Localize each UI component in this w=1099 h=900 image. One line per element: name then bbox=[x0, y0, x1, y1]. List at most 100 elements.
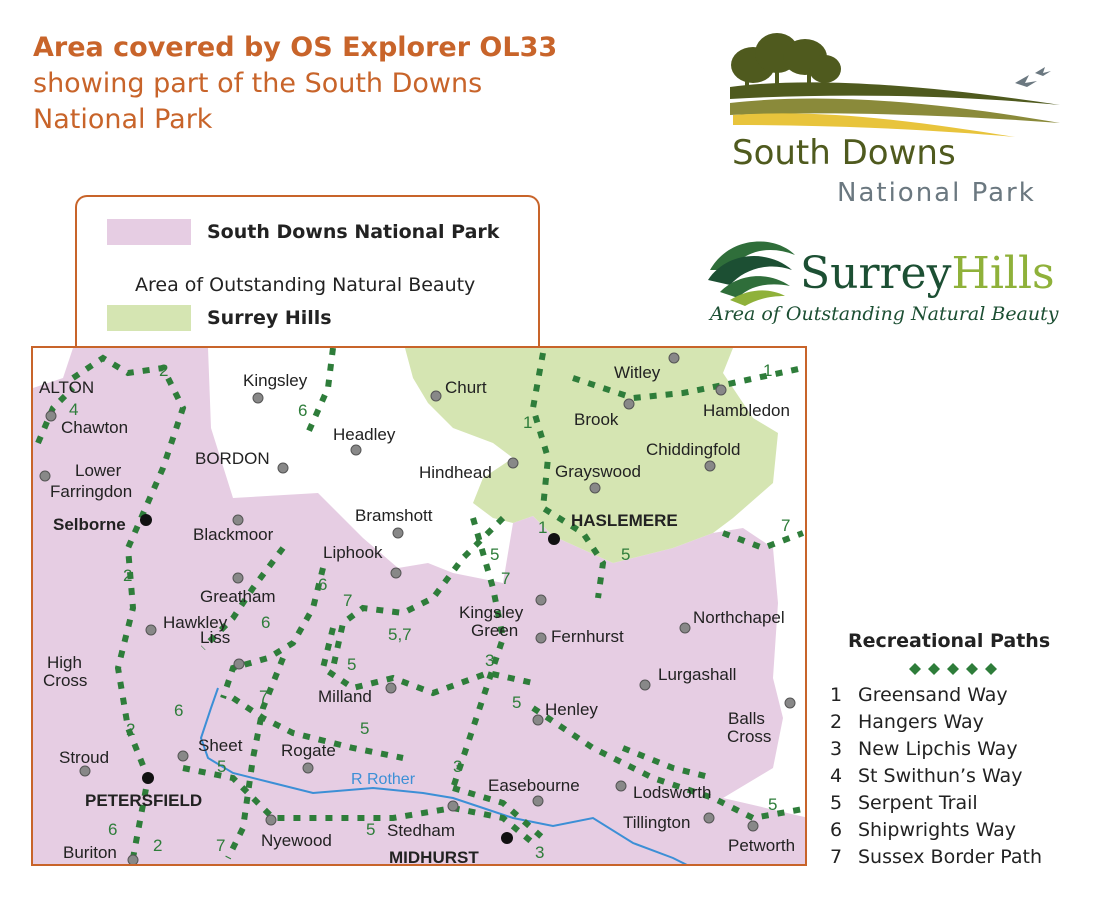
place-dot bbox=[747, 820, 759, 832]
place-label: Stroud bbox=[59, 748, 109, 767]
south-downs-logo-line1: South Downs bbox=[732, 133, 956, 173]
place-label: Stedham bbox=[387, 821, 455, 840]
place-label: Hambledon bbox=[703, 401, 790, 420]
path-number: 4 bbox=[69, 400, 78, 419]
place-dot bbox=[507, 457, 519, 469]
place-label: Cross bbox=[727, 727, 771, 746]
place-label: Lower bbox=[75, 461, 122, 480]
path-number: 1 bbox=[763, 361, 772, 380]
place-dot bbox=[390, 567, 402, 579]
place-label: Bramshott bbox=[355, 506, 433, 525]
place-dot bbox=[447, 800, 459, 812]
place-label: Liss bbox=[200, 628, 230, 647]
town-dot bbox=[501, 832, 513, 844]
surrey-hills-word-1: Surrey bbox=[800, 248, 952, 299]
place-label: MIDHURST bbox=[389, 848, 479, 866]
map-area: ALTON Chawton Lower Farringdon Selborne … bbox=[31, 346, 807, 866]
path-number: 5 bbox=[366, 820, 375, 839]
path-number: 7 bbox=[781, 516, 790, 535]
place-dot bbox=[39, 470, 51, 482]
path-number: 7 bbox=[216, 836, 225, 855]
title-line-3: National Park bbox=[33, 104, 213, 135]
place-dot bbox=[127, 854, 139, 864]
place-dot bbox=[232, 514, 244, 526]
place-dot bbox=[532, 714, 544, 726]
surrey-hills-tagline: Area of Outstanding Natural Beauty bbox=[708, 303, 1059, 325]
place-dot bbox=[252, 392, 264, 404]
path-number: 7 bbox=[259, 687, 268, 706]
path-number: 1 bbox=[523, 413, 532, 432]
place-dot bbox=[277, 462, 289, 474]
place-label: Petworth bbox=[728, 836, 795, 855]
place-label: Balls bbox=[728, 709, 765, 728]
place-dot bbox=[385, 682, 397, 694]
map-legend: South Downs National Park Area of Outsta… bbox=[75, 195, 540, 357]
place-dot bbox=[265, 814, 277, 826]
path-number: 2 bbox=[159, 361, 168, 380]
path-key-number: 5 bbox=[830, 792, 843, 814]
path-number: 6 bbox=[318, 575, 327, 594]
place-label: Liphook bbox=[323, 543, 383, 562]
place-label: Witley bbox=[614, 363, 661, 382]
path-number: 6 bbox=[108, 820, 117, 839]
place-label: Northchapel bbox=[693, 608, 785, 627]
place-dot bbox=[350, 444, 362, 456]
national-park-label: South Downs National Park bbox=[207, 221, 500, 243]
path-key-item: 3 New Lipchis Way bbox=[830, 736, 1090, 763]
path-key-name: Greensand Way bbox=[858, 684, 1008, 706]
path-number: 7 bbox=[501, 569, 510, 588]
path-number: 2 bbox=[123, 566, 132, 585]
path-number: 6 bbox=[174, 701, 183, 720]
path-key-number: 2 bbox=[830, 711, 843, 733]
place-label: Blackmoor bbox=[193, 525, 274, 544]
place-dot bbox=[232, 572, 244, 584]
town-dot bbox=[142, 772, 154, 784]
place-label: PETERSFIELD bbox=[85, 791, 202, 810]
place-label: Farringdon bbox=[50, 482, 132, 501]
path-number: 7 bbox=[343, 591, 352, 610]
place-label: Brook bbox=[574, 410, 619, 429]
path-key-name: Hangers Way bbox=[858, 711, 984, 733]
path-number: 3 bbox=[453, 757, 462, 776]
path-number: 5 bbox=[490, 545, 499, 564]
place-label: Greatham bbox=[200, 587, 276, 606]
south-downs-logo: South Downs National Park bbox=[715, 25, 1075, 215]
path-dots-icon bbox=[909, 663, 997, 675]
path-key-number: 1 bbox=[830, 684, 843, 706]
place-label: High bbox=[47, 653, 82, 672]
place-dot bbox=[45, 410, 57, 422]
path-number: 5 bbox=[768, 795, 777, 814]
surrey-hills-word-2: Hills bbox=[951, 248, 1054, 299]
town-dot bbox=[140, 514, 152, 526]
place-label: BORDON bbox=[195, 449, 270, 468]
place-label: Chiddingfold bbox=[646, 440, 741, 459]
place-label: Nyewood bbox=[261, 831, 332, 850]
place-label: HASLEMERE bbox=[571, 511, 678, 530]
south-downs-emblem-icon: South Downs National Park bbox=[730, 33, 1060, 208]
national-park-swatch bbox=[107, 219, 191, 245]
path-key-name: Serpent Trail bbox=[858, 792, 978, 814]
south-downs-logo-line2: National Park bbox=[837, 178, 1036, 208]
path-number: 5 bbox=[512, 693, 521, 712]
place-dot bbox=[679, 622, 691, 634]
surrey-hills-swatch bbox=[107, 305, 191, 331]
path-key-number: 7 bbox=[830, 846, 843, 868]
path-number: 3 bbox=[485, 651, 494, 670]
place-dot bbox=[639, 679, 651, 691]
path-key-name: Sussex Border Path bbox=[858, 846, 1043, 868]
place-label: Fernhurst bbox=[551, 627, 624, 646]
title-line-1: Area covered by OS Explorer OL33 bbox=[33, 32, 558, 63]
place-dot bbox=[623, 398, 635, 410]
path-key-item: 7 Sussex Border Path bbox=[830, 844, 1090, 871]
place-label: Buriton bbox=[63, 843, 117, 862]
path-number: 2 bbox=[153, 836, 162, 855]
surrey-hills-emblem-icon: SurreyHills Area of Outstanding Natural … bbox=[708, 241, 1059, 325]
path-key-item: 5 Serpent Trail bbox=[830, 790, 1090, 817]
place-dot bbox=[784, 697, 796, 709]
path-key-number: 3 bbox=[830, 738, 843, 760]
place-label: Chawton bbox=[61, 418, 128, 437]
place-label: Tillington bbox=[623, 813, 690, 832]
path-number: 3 bbox=[535, 843, 544, 862]
path-number: 5,7 bbox=[388, 625, 412, 644]
place-dot bbox=[532, 795, 544, 807]
